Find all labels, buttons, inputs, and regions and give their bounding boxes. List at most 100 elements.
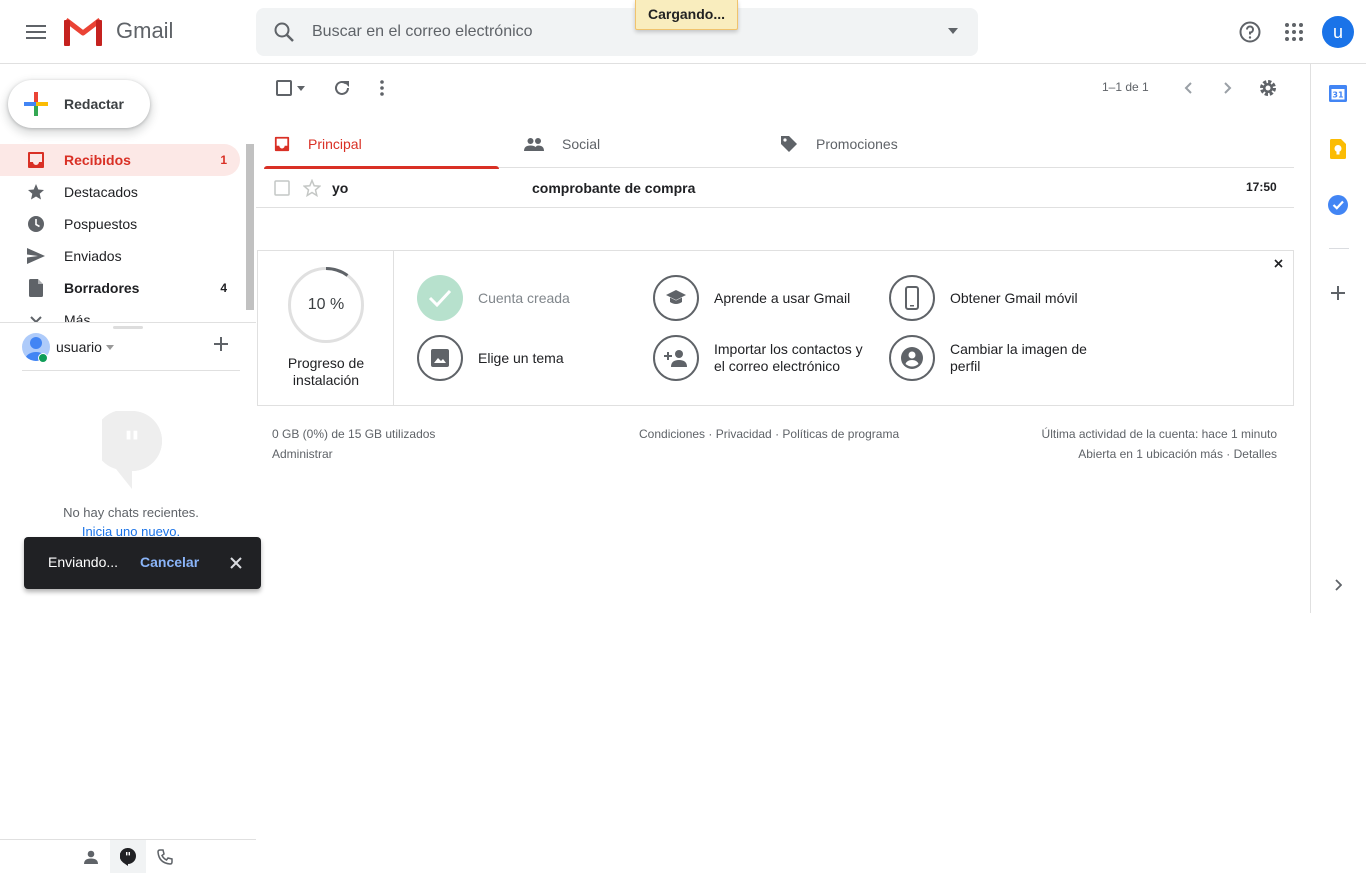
last-activity: Última actividad de la cuenta: hace 1 mi… xyxy=(1041,427,1277,441)
hangouts-icon: " xyxy=(120,847,136,866)
tab-chats[interactable]: " xyxy=(110,840,146,873)
setup-item-account-created: Cuenta creada xyxy=(417,275,570,321)
svg-text:31: 31 xyxy=(1332,91,1344,100)
main-content: 1–1 de 1 Principal Social Promociones yo xyxy=(256,64,1310,613)
more-actions-button[interactable] xyxy=(370,76,394,100)
hamburger-menu-icon xyxy=(26,25,46,39)
panel-resize-handle[interactable] xyxy=(113,326,143,329)
account-activity: Última actividad de la cuenta: hace 1 mi… xyxy=(1042,424,1277,464)
main-menu-button[interactable] xyxy=(16,12,56,52)
row-checkbox[interactable] xyxy=(274,180,290,196)
search-bar[interactable] xyxy=(256,8,978,56)
no-chats-message: No hay chats recientes. xyxy=(63,505,199,520)
activity-details-link[interactable]: Abierta en 1 ubicación más · Detalles xyxy=(1042,444,1277,464)
calendar-button[interactable]: 31 xyxy=(1326,81,1350,105)
hangouts-user[interactable]: usuario xyxy=(22,333,114,361)
close-icon[interactable] xyxy=(1274,259,1283,268)
sidebar-item-inbox[interactable]: Recibidos 1 xyxy=(0,144,240,176)
compose-button[interactable]: Redactar xyxy=(8,80,150,128)
sidebar-item-label: Borradores xyxy=(64,280,140,296)
phone-icon xyxy=(889,275,935,321)
top-bar: Gmail Cargando... u xyxy=(0,0,1366,64)
sidebar-item-drafts[interactable]: Borradores 4 xyxy=(0,272,240,304)
setup-item-import[interactable]: Importar los contactos y el correo elect… xyxy=(653,335,873,381)
newer-button[interactable] xyxy=(1176,76,1200,100)
storage-usage: 0 GB (0%) de 15 GB utilizados xyxy=(272,427,436,441)
select-all-checkbox[interactable] xyxy=(272,76,296,100)
plus-icon xyxy=(1331,286,1345,300)
gear-icon xyxy=(1260,80,1276,96)
svg-text:": " xyxy=(124,424,141,462)
people-icon xyxy=(524,138,544,151)
setup-item-label: Obtener Gmail móvil xyxy=(950,289,1078,306)
cancel-send-button[interactable]: Cancelar xyxy=(140,554,199,570)
tab-calls[interactable] xyxy=(147,840,183,873)
left-sidebar: Redactar Recibidos 1 Destacados Pospuest… xyxy=(0,64,256,873)
chevron-left-icon xyxy=(1184,82,1192,94)
manage-storage-link[interactable]: Administrar xyxy=(272,444,435,464)
add-addon-button[interactable] xyxy=(1326,281,1350,305)
tab-contacts[interactable] xyxy=(73,840,109,873)
setup-item-mobile[interactable]: Obtener Gmail móvil xyxy=(889,275,1078,321)
sidebar-scrollbar[interactable] xyxy=(246,144,254,310)
mail-subject: comprobante de compra xyxy=(532,180,696,196)
support-button[interactable] xyxy=(1230,12,1270,52)
tab-social[interactable]: Social xyxy=(516,120,751,168)
unread-count: 1 xyxy=(220,153,227,167)
app-name: Gmail xyxy=(116,18,174,43)
loading-indicator: Cargando... xyxy=(635,0,739,30)
person-icon xyxy=(84,850,98,864)
check-icon xyxy=(417,275,463,321)
tasks-button[interactable] xyxy=(1326,193,1350,217)
search-input[interactable] xyxy=(312,8,912,56)
expand-panel-button[interactable] xyxy=(1326,573,1350,597)
chevron-right-icon xyxy=(1224,82,1232,94)
compose-label: Redactar xyxy=(64,96,124,112)
plus-icon xyxy=(24,92,48,116)
refresh-icon xyxy=(335,80,349,95)
settings-button[interactable] xyxy=(1256,76,1280,100)
add-person-icon xyxy=(653,335,699,381)
select-menu-button[interactable] xyxy=(294,76,308,100)
setup-item-theme[interactable]: Elige un tema xyxy=(417,335,564,381)
apps-button[interactable] xyxy=(1274,12,1314,52)
footer-links[interactable]: Condiciones · Privacidad · Políticas de … xyxy=(639,424,899,444)
new-chat-icon[interactable] xyxy=(214,337,228,351)
keep-button[interactable] xyxy=(1326,137,1350,161)
sidebar-item-sent[interactable]: Enviados xyxy=(0,240,240,272)
phone-icon xyxy=(157,848,173,865)
hangouts-username: usuario xyxy=(56,339,102,355)
close-icon[interactable] xyxy=(226,553,246,573)
sidebar-item-label: Recibidos xyxy=(64,152,131,168)
divider xyxy=(1329,248,1349,249)
account-avatar[interactable]: u xyxy=(1322,16,1354,48)
setup-item-profile-photo[interactable]: Cambiar la imagen de perfil xyxy=(889,335,1109,381)
tab-principal[interactable]: Principal xyxy=(264,120,499,169)
tab-label: Promociones xyxy=(816,136,898,152)
caret-down-icon xyxy=(105,344,114,350)
tab-promociones[interactable]: Promociones xyxy=(768,120,1003,168)
lightbulb-icon xyxy=(1330,139,1346,159)
tag-icon xyxy=(781,136,797,152)
progress-label: Progreso de instalación xyxy=(287,355,365,388)
mail-toolbar: 1–1 de 1 xyxy=(256,64,1310,112)
search-options-icon[interactable] xyxy=(948,28,958,34)
tab-label: Social xyxy=(562,136,601,152)
setup-item-label: Importar los contactos y el correo elect… xyxy=(714,341,863,374)
setup-item-learn-gmail[interactable]: Aprende a usar Gmail xyxy=(653,275,850,321)
star-outline-icon[interactable] xyxy=(303,179,321,197)
caret-down-icon xyxy=(297,85,305,91)
search-icon[interactable] xyxy=(272,20,296,44)
refresh-button[interactable] xyxy=(330,76,354,100)
apps-grid-icon xyxy=(1285,23,1303,41)
divider xyxy=(22,370,240,371)
sidebar-item-starred[interactable]: Destacados xyxy=(0,176,240,208)
sidebar-item-more[interactable]: Más xyxy=(0,304,240,322)
star-icon xyxy=(28,184,44,200)
gmail-logo[interactable]: Gmail xyxy=(64,16,173,46)
table-row[interactable]: yo comprobante de compra 17:50 xyxy=(256,168,1294,208)
sidebar-item-snoozed[interactable]: Pospuestos xyxy=(0,208,240,240)
older-button[interactable] xyxy=(1216,76,1240,100)
draft-icon xyxy=(29,279,43,297)
chat-bubble-icon: " xyxy=(102,411,162,489)
